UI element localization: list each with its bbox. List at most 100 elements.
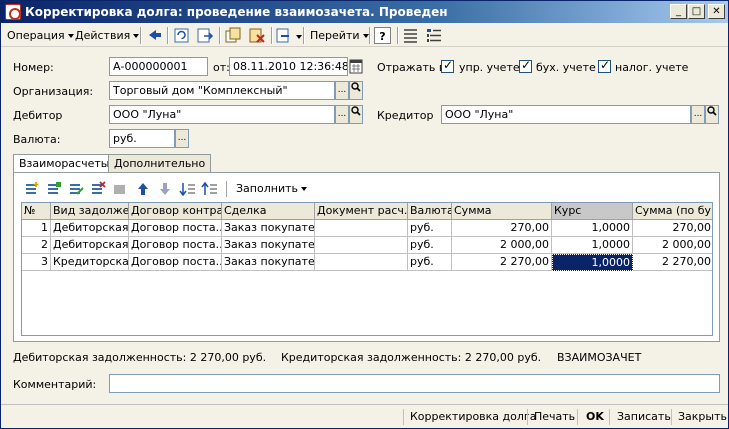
- header-rate[interactable]: Курс: [552, 203, 633, 220]
- list-view-icon[interactable]: [402, 27, 420, 44]
- ok-button[interactable]: OK: [586, 409, 604, 425]
- refresh-icon[interactable]: [173, 27, 191, 44]
- creditor-field[interactable]: ООО "Луна": [441, 105, 691, 124]
- title-bar: Корректировка долга: проведение взаимоза…: [1, 1, 728, 23]
- cell-contract[interactable]: Договор поста...: [129, 254, 222, 271]
- move-up-icon[interactable]: [135, 181, 151, 197]
- cell-number[interactable]: 1: [22, 220, 51, 237]
- close-form-button[interactable]: Закрыть: [678, 409, 727, 425]
- copy-row-icon[interactable]: [45, 181, 63, 197]
- sort-ascending-icon[interactable]: [179, 181, 197, 197]
- cell-contract[interactable]: Договор поста...: [129, 237, 222, 254]
- actions-menu[interactable]: Действия: [75, 27, 140, 44]
- cell-currency[interactable]: руб.: [408, 237, 452, 254]
- debt-correction-button[interactable]: Корректировка долга: [410, 409, 536, 425]
- help-button[interactable]: ?: [374, 27, 391, 44]
- creditor-search-button[interactable]: [705, 105, 719, 124]
- header-settlement-doc[interactable]: Документ расч...: [315, 203, 408, 220]
- cell-amount-accounting[interactable]: 2 270,00: [633, 254, 712, 271]
- cell-debt-type[interactable]: Кредиторская: [51, 254, 129, 271]
- cell-rate[interactable]: 1,0000: [552, 220, 633, 237]
- chevron-down-icon[interactable]: [296, 35, 302, 39]
- cell-rate[interactable]: 1,0000: [552, 237, 633, 254]
- fill-menu-button[interactable]: Заполнить: [236, 182, 307, 195]
- mgmt-accounting-checkbox[interactable]: [441, 58, 454, 73]
- back-arrow-icon[interactable]: [146, 27, 164, 44]
- print-button[interactable]: Печать: [534, 409, 575, 425]
- minimize-button[interactable]: _: [670, 4, 687, 19]
- date-field[interactable]: 08.11.2010 12:36:48: [229, 57, 348, 76]
- table-row[interactable]: 3 Кредиторская Договор поста... Заказ покуп…: [22, 254, 712, 271]
- cell-debt-type[interactable]: Дебиторская: [51, 237, 129, 254]
- delete-row-icon[interactable]: [89, 181, 107, 197]
- bottom-separator: [403, 409, 404, 425]
- cell-number[interactable]: 2: [22, 237, 51, 254]
- organization-search-button[interactable]: [349, 81, 363, 100]
- creditor-select-button[interactable]: ...: [691, 105, 705, 124]
- cell-amount[interactable]: 2 000,00: [452, 237, 552, 254]
- cell-amount[interactable]: 270,00: [452, 220, 552, 237]
- post-document-icon[interactable]: [196, 27, 214, 44]
- operation-menu-label: Операция: [7, 29, 65, 42]
- comment-field[interactable]: [109, 374, 720, 393]
- cell-settlement-doc[interactable]: [315, 237, 408, 254]
- tax-accounting-checkbox[interactable]: [598, 58, 611, 73]
- currency-select-button[interactable]: ...: [175, 129, 189, 148]
- settlements-table[interactable]: № Вид задолже... Договор контра... Сделк…: [21, 202, 713, 336]
- cell-settlement-doc[interactable]: [315, 220, 408, 237]
- organization-select-button[interactable]: ...: [335, 81, 349, 100]
- add-row-icon[interactable]: [23, 181, 41, 197]
- edit-row-icon[interactable]: [67, 181, 85, 197]
- header-number[interactable]: №: [22, 203, 51, 220]
- header-currency[interactable]: Валюта: [408, 203, 452, 220]
- cell-currency[interactable]: руб.: [408, 220, 452, 237]
- close-button[interactable]: ✕: [708, 4, 725, 19]
- move-down-icon[interactable]: [157, 181, 173, 197]
- cell-currency[interactable]: руб.: [408, 254, 452, 271]
- tab-settlements[interactable]: Взаиморасчеты: [13, 154, 116, 174]
- calendar-icon[interactable]: [349, 58, 363, 75]
- cell-settlement-doc[interactable]: [315, 254, 408, 271]
- header-deal[interactable]: Сделка: [222, 203, 315, 220]
- debtor-select-button[interactable]: ...: [335, 105, 349, 124]
- magnifier-icon: [351, 82, 361, 92]
- number-field[interactable]: А-000000001: [109, 57, 208, 76]
- cell-rate[interactable]: 1,0000: [552, 254, 633, 271]
- debtor-label: Дебитор: [13, 109, 63, 122]
- chevron-down-icon: [133, 34, 140, 38]
- bottom-separator: [577, 409, 578, 425]
- debtor-search-button[interactable]: [349, 105, 363, 124]
- maximize-button[interactable]: □: [688, 4, 705, 19]
- end-edit-icon[interactable]: [111, 181, 129, 197]
- tab-additional[interactable]: Дополнительно: [108, 154, 212, 173]
- cell-deal[interactable]: Заказ покупате...: [222, 237, 315, 254]
- save-button[interactable]: Записать: [617, 409, 671, 425]
- cell-amount-accounting[interactable]: 2 000,00: [633, 237, 712, 254]
- copy-document-icon[interactable]: [224, 27, 242, 44]
- header-contract[interactable]: Договор контра...: [129, 203, 222, 220]
- cell-contract[interactable]: Договор поста...: [129, 220, 222, 237]
- currency-field[interactable]: руб.: [109, 129, 175, 148]
- cell-deal[interactable]: Заказ покупате...: [222, 220, 315, 237]
- structure-icon[interactable]: [275, 27, 293, 44]
- organization-field[interactable]: Торговый дом "Комплексный": [109, 81, 335, 100]
- tree-view-icon[interactable]: [425, 27, 443, 44]
- bookkeeping-checkbox[interactable]: [519, 58, 532, 73]
- header-amount[interactable]: Сумма: [452, 203, 552, 220]
- cell-amount-accounting[interactable]: 270,00: [633, 220, 712, 237]
- cell-debt-type[interactable]: Дебиторская: [51, 220, 129, 237]
- operation-menu[interactable]: Операция: [7, 27, 74, 44]
- bottom-separator: [609, 409, 610, 425]
- sort-descending-icon[interactable]: [201, 181, 219, 197]
- delete-mark-icon[interactable]: [248, 27, 266, 44]
- cell-number[interactable]: 3: [22, 254, 51, 271]
- table-row[interactable]: 1 Дебиторская Договор поста... Заказ покупа…: [22, 220, 712, 237]
- goto-menu[interactable]: Перейти: [310, 27, 369, 44]
- header-amount-accounting[interactable]: Сумма (по бу...: [633, 203, 712, 220]
- cell-amount[interactable]: 2 270,00: [452, 254, 552, 271]
- table-row[interactable]: 2 Дебиторская Договор поста... Заказ покупа…: [22, 237, 712, 254]
- cell-deal[interactable]: Заказ покупате...: [222, 254, 315, 271]
- debtor-field[interactable]: ООО "Луна": [109, 105, 335, 124]
- bottom-separator: [671, 409, 672, 425]
- header-debt-type[interactable]: Вид задолже...: [51, 203, 129, 220]
